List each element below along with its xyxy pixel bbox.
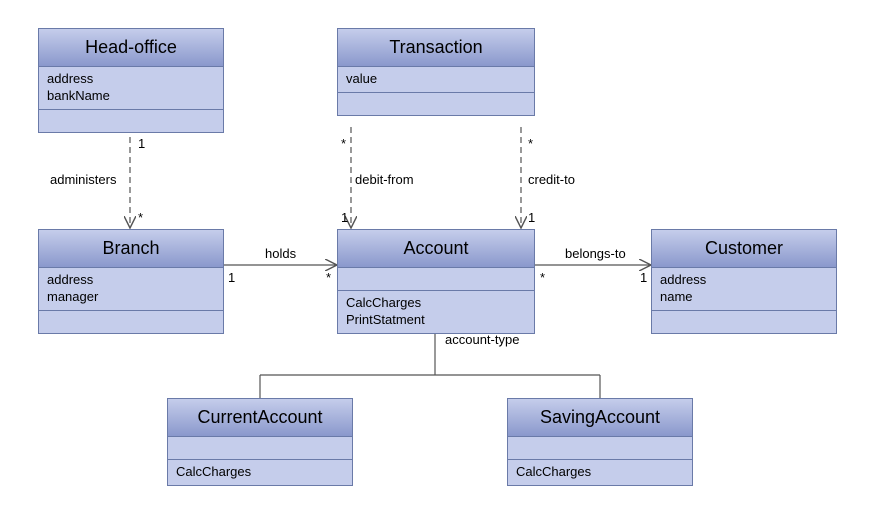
class-title: Head-office [39,29,223,67]
class-attrs-empty [508,437,692,460]
class-transaction: Transaction value [337,28,535,116]
class-attributes: address manager [39,268,223,311]
class-title: Customer [652,230,836,268]
relation-label: administers [50,172,116,187]
multiplicity: 1 [528,210,535,225]
class-ops-empty [652,311,836,333]
multiplicity: 1 [228,270,235,285]
class-title: Transaction [338,29,534,67]
relation-label: holds [265,246,296,261]
attr: bankName [47,88,215,105]
class-branch: Branch address manager [38,229,224,334]
class-attributes: address bankName [39,67,223,110]
class-title: Branch [39,230,223,268]
multiplicity: 1 [138,136,145,151]
class-title: Account [338,230,534,268]
class-ops-empty [39,311,223,333]
class-ops-empty [39,110,223,132]
class-operations: CalcCharges [508,460,692,485]
class-current-account: CurrentAccount CalcCharges [167,398,353,486]
class-attributes: value [338,67,534,93]
op: CalcCharges [176,464,344,481]
multiplicity: * [540,270,545,285]
relation-label: credit-to [528,172,575,187]
multiplicity: * [341,136,346,151]
attr: address [660,272,828,289]
attr: address [47,272,215,289]
relation-label: debit-from [355,172,414,187]
class-account: Account CalcCharges PrintStatment [337,229,535,334]
class-attrs-empty [168,437,352,460]
class-customer: Customer address name [651,229,837,334]
multiplicity: 1 [341,210,348,225]
class-title: CurrentAccount [168,399,352,437]
attr: value [346,71,526,88]
class-title: SavingAccount [508,399,692,437]
attr: manager [47,289,215,306]
op: CalcCharges [516,464,684,481]
class-attrs-empty [338,268,534,291]
class-attributes: address name [652,268,836,311]
class-ops-empty [338,93,534,115]
multiplicity: * [326,270,331,285]
multiplicity: * [138,210,143,225]
class-head-office: Head-office address bankName [38,28,224,133]
multiplicity: * [528,136,533,151]
class-saving-account: SavingAccount CalcCharges [507,398,693,486]
multiplicity: 1 [640,270,647,285]
relation-label: belongs-to [565,246,626,261]
relation-label: account-type [445,332,519,347]
class-operations: CalcCharges [168,460,352,485]
op: PrintStatment [346,312,526,329]
class-operations: CalcCharges PrintStatment [338,291,534,333]
op: CalcCharges [346,295,526,312]
attr: name [660,289,828,306]
attr: address [47,71,215,88]
